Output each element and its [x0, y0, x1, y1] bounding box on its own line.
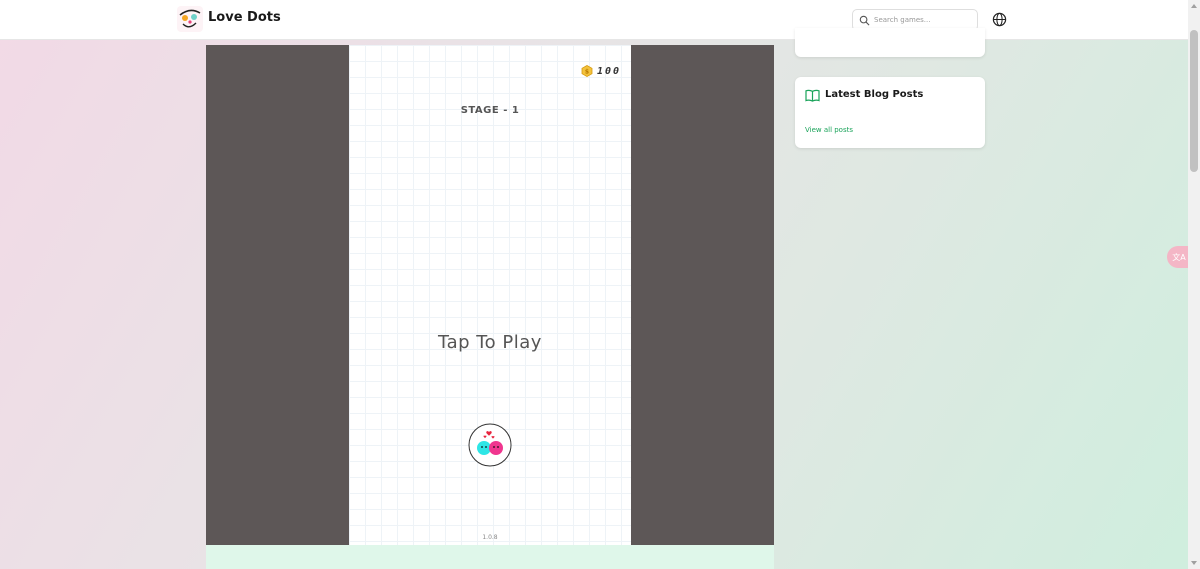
globe-icon[interactable] [992, 12, 1007, 27]
logo-icon[interactable] [177, 6, 203, 32]
site-header: Love Dots [0, 0, 1188, 40]
page-scrollbar[interactable] [1188, 0, 1200, 569]
translate-icon: 文A [1172, 252, 1186, 262]
scroll-up-icon[interactable] [1190, 2, 1198, 10]
love-dots-icon[interactable] [468, 423, 512, 467]
coin-icon: $ [581, 65, 593, 77]
sidebar-card [795, 28, 985, 57]
search-input[interactable] [874, 16, 974, 24]
svg-text:$: $ [585, 69, 589, 76]
game-canvas[interactable]: $ 100 STAGE - 1 Tap To Play 1.0.8 [349, 45, 631, 545]
blog-card: Latest Blog Posts View all posts [795, 77, 985, 148]
version-label: 1.0.8 [482, 534, 498, 541]
search-icon [859, 15, 870, 25]
book-icon [805, 89, 820, 102]
tap-to-play-label[interactable]: Tap To Play [349, 332, 631, 353]
game-frame: $ 100 STAGE - 1 Tap To Play 1.0.8 [206, 45, 774, 545]
brand-name[interactable]: Love Dots [208, 10, 281, 25]
blog-title: Latest Blog Posts [825, 89, 924, 100]
scroll-down-icon[interactable] [1190, 559, 1198, 567]
coin-counter: $ 100 [581, 65, 621, 77]
game-footer-strip [206, 545, 774, 569]
view-all-posts-link[interactable]: View all posts [805, 126, 853, 134]
coin-count: 100 [596, 65, 621, 77]
scroll-thumb[interactable] [1190, 30, 1198, 172]
stage-label: STAGE - 1 [460, 105, 520, 116]
